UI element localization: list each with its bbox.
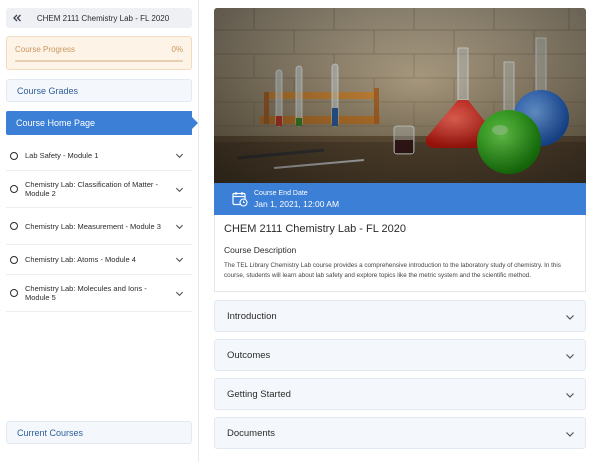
module-label: Lab Safety - Module 1 [25, 151, 99, 160]
module-item[interactable]: Chemistry Lab: Classification of Matter … [6, 171, 192, 208]
module-label: Chemistry Lab: Measurement - Module 3 [25, 221, 161, 231]
accordion-label: Introduction [227, 310, 277, 322]
module-item[interactable]: Chemistry Lab: Molecules and Ions - Modu… [6, 275, 192, 312]
course-home-page-label: Course Home Page [16, 118, 96, 128]
progress-label: Course Progress [15, 45, 76, 54]
accordion-outcomes[interactable]: Outcomes [214, 339, 586, 371]
course-hero: Course End Date Jan 1, 2021, 12:00 AM [214, 8, 586, 215]
accordion-list: Introduction Outcomes Getting Started Docum… [214, 300, 586, 449]
accordion-label: Outcomes [227, 349, 271, 361]
double-chevron-left-icon [13, 14, 21, 22]
module-item[interactable]: Chemistry Lab: Atoms - Module 4 [6, 245, 192, 275]
chevron-down-icon [566, 354, 574, 359]
course-end-date-bar: Course End Date Jan 1, 2021, 12:00 AM [214, 183, 586, 215]
accordion-label: Documents [227, 427, 276, 439]
module-label: Chemistry Lab: Classification of Matter … [25, 180, 158, 198]
course-description-card: CHEM 2111 Chemistry Lab - FL 2020 Course… [214, 215, 586, 292]
module-status-icon [10, 151, 18, 160]
course-home-page-link[interactable]: Course Home Page [6, 111, 198, 135]
accordion-introduction[interactable]: Introduction [214, 300, 586, 332]
chevron-down-icon [175, 224, 184, 229]
sidebar-header: CHEM 2111 Chemistry Lab - FL 2020 [6, 8, 192, 28]
module-status-icon [10, 185, 18, 193]
module-label: Chemistry Lab: Atoms - Module 4 [25, 255, 136, 264]
course-end-date: Course End Date Jan 1, 2021, 12:00 AM [254, 189, 339, 209]
chevron-down-icon [566, 393, 574, 398]
end-date-value: Jan 1, 2021, 12:00 AM [254, 199, 340, 209]
description-heading: Course Description [224, 245, 297, 255]
sidebar: CHEM 2111 Chemistry Lab - FL 2020 Course… [0, 0, 199, 462]
chevron-down-icon [175, 153, 184, 159]
sidebar-course-title: CHEM 2111 Chemistry Lab - FL 2020 [36, 13, 170, 23]
module-list: Lab Safety - Module 1 Chemistry Lab: Clas… [6, 141, 192, 312]
accordion-documents[interactable]: Documents [214, 417, 586, 449]
course-grades-link[interactable]: Course Grades [6, 79, 192, 102]
module-item[interactable]: Lab Safety - Module 1 [6, 141, 192, 171]
module-status-icon [10, 289, 18, 297]
accordion-getting-started[interactable]: Getting Started [214, 378, 586, 410]
collapse-sidebar-button[interactable] [6, 8, 28, 28]
description-text: The TEL Library Chemistry Lab course pro… [224, 262, 561, 279]
chevron-down-icon [566, 432, 574, 437]
progress-bar [15, 60, 183, 62]
chevron-down-icon [175, 257, 184, 263]
module-status-icon [10, 222, 18, 230]
progress-percent: 0% [171, 45, 183, 54]
chevron-down-icon [175, 291, 184, 296]
module-item[interactable]: Chemistry Lab: Measurement - Module 3 [6, 208, 192, 245]
module-status-icon [10, 255, 18, 264]
chevron-down-icon [566, 315, 574, 320]
accordion-label: Getting Started [227, 388, 291, 400]
main-content: Course End Date Jan 1, 2021, 12:00 AM CH… [214, 8, 586, 456]
course-title: CHEM 2111 Chemistry Lab - FL 2020 [224, 223, 406, 235]
module-label: Chemistry Lab: Molecules and Ions - Modu… [25, 284, 147, 302]
chevron-down-icon [175, 187, 184, 192]
course-progress-card: Course Progress 0% [6, 36, 192, 70]
current-courses-link[interactable]: Current Courses [6, 421, 192, 444]
end-date-label: Course End Date [254, 190, 308, 197]
calendar-clock-icon [232, 192, 248, 207]
